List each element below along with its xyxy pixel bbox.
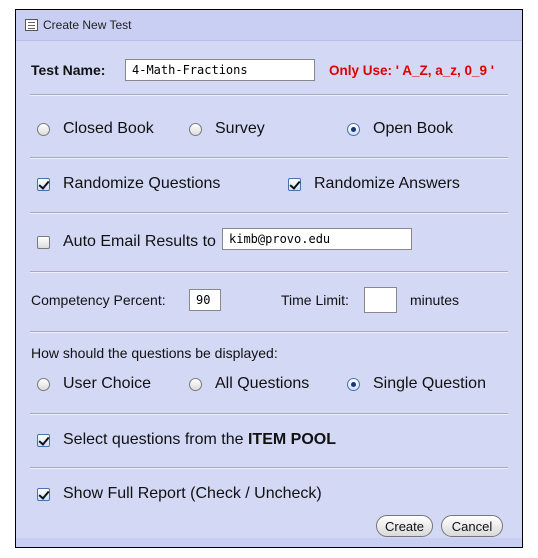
checkbox-full-report-box[interactable] (37, 487, 50, 501)
checkbox-randomize-answers[interactable]: Randomize Answers (288, 175, 460, 193)
create-button[interactable]: Create (376, 515, 433, 537)
test-name-label: Test Name: (31, 62, 106, 78)
checkbox-auto-email-label: Auto Email Results to (63, 233, 216, 250)
document-icon (25, 19, 38, 31)
cancel-button[interactable]: Cancel (441, 515, 503, 537)
radio-survey-indicator[interactable] (189, 122, 202, 136)
test-name-input[interactable] (125, 59, 315, 81)
checkbox-full-report[interactable]: Show Full Report (Check / Uncheck) (37, 485, 322, 503)
radio-user-choice[interactable]: User Choice (37, 375, 151, 393)
create-test-dialog: Create New Test Test Name: Only Use: ' A… (15, 9, 523, 548)
display-question-label: How should the questions be displayed: (31, 345, 278, 361)
radio-open-book[interactable]: Open Book (347, 120, 453, 138)
divider (30, 212, 508, 214)
radio-user-choice-indicator[interactable] (37, 377, 50, 391)
time-limit-label: Time Limit: (281, 292, 349, 308)
radio-closed-book[interactable]: Closed Book (37, 120, 154, 138)
radio-all-questions[interactable]: All Questions (189, 375, 309, 393)
checkbox-full-report-label: Show Full Report (Check / Uncheck) (63, 485, 322, 502)
divider (30, 467, 508, 469)
radio-single-question-indicator[interactable] (347, 377, 360, 391)
radio-user-choice-label: User Choice (63, 375, 152, 392)
radio-survey-label: Survey (215, 120, 265, 137)
divider (30, 271, 508, 273)
divider (30, 94, 508, 96)
test-name-hint: Only Use: ' A_Z, a_z, 0_9 ' (329, 62, 494, 78)
competency-label: Competency Percent: (31, 292, 166, 308)
time-limit-unit: minutes (410, 292, 460, 308)
radio-all-questions-indicator[interactable] (189, 377, 202, 391)
radio-open-book-label: Open Book (373, 120, 454, 137)
checkbox-randomize-answers-box[interactable] (288, 177, 301, 191)
divider (30, 331, 508, 333)
checkbox-randomize-questions[interactable]: Randomize Questions (37, 175, 220, 193)
radio-all-questions-label: All Questions (215, 375, 310, 392)
dialog-footer (16, 538, 522, 547)
radio-single-question-label: Single Question (373, 375, 486, 392)
competency-input[interactable] (189, 289, 221, 311)
checkbox-randomize-questions-box[interactable] (37, 177, 50, 191)
divider (30, 157, 508, 159)
dialog-titlebar: Create New Test (16, 10, 522, 41)
radio-open-book-indicator[interactable] (347, 122, 360, 136)
email-input[interactable] (222, 228, 412, 250)
checkbox-auto-email[interactable]: Auto Email Results to (37, 233, 216, 251)
dialog-title: Create New Test (43, 18, 132, 32)
divider (30, 413, 508, 415)
radio-closed-book-indicator[interactable] (37, 122, 50, 136)
checkbox-randomize-questions-label: Randomize Questions (63, 175, 221, 192)
checkbox-item-pool-box[interactable] (37, 433, 50, 447)
checkbox-randomize-answers-label: Randomize Answers (314, 175, 460, 192)
radio-single-question[interactable]: Single Question (347, 375, 486, 393)
checkbox-auto-email-box[interactable] (37, 235, 50, 249)
item-pool-bold: ITEM POOL (247, 431, 336, 448)
checkbox-item-pool[interactable]: Select questions from the ITEM POOL (37, 431, 336, 449)
checkbox-item-pool-label: Select questions from the ITEM POOL (63, 431, 336, 449)
radio-closed-book-label: Closed Book (63, 120, 154, 137)
item-pool-prefix: Select questions from the (63, 431, 248, 448)
time-limit-input[interactable] (364, 287, 397, 313)
radio-survey[interactable]: Survey (189, 120, 265, 138)
